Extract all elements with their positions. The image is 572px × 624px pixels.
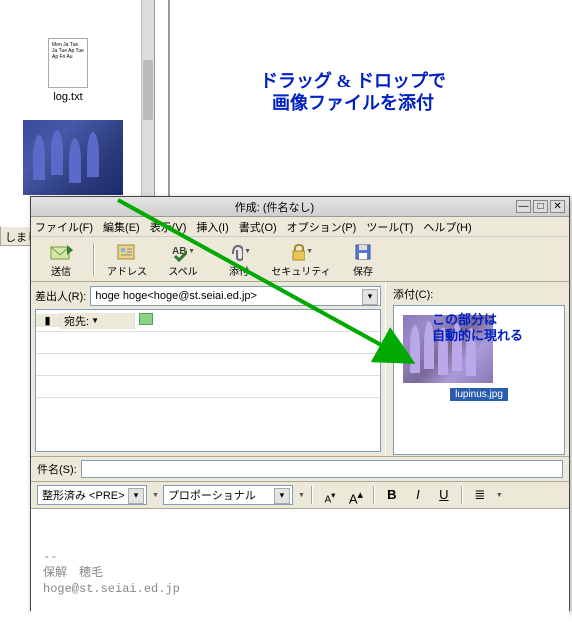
send-icon [49,241,73,263]
maximize-button[interactable]: □ [533,200,548,213]
sender-label: 差出人(R): [35,288,86,304]
font-select[interactable]: プロポーショナル [163,485,293,505]
menu-tools[interactable]: ツール(T) [366,219,413,235]
italic-button[interactable]: I [407,485,429,505]
compose-header-pane: 差出人(R): hoge hoge<hoge@st.seiai.ed.jp> ▮… [31,282,385,456]
font-larger-button[interactable]: A▴ [345,485,367,505]
attachment-pane: 添付(C): lupinus.jpg [389,282,569,456]
file-log[interactable]: Mon Ja Tue Ja Tue Ap Tue Ap Fri Au log.t… [28,38,108,104]
subject-row: 件名(S): [31,457,569,482]
chevron-down-icon[interactable]: ▼ [298,492,305,499]
chevron-down-icon[interactable]: ▼ [152,492,159,499]
address-row-empty[interactable] [36,354,380,376]
save-icon [351,241,375,263]
menu-insert[interactable]: 挿入(I) [196,219,228,235]
scrollbar-vertical[interactable]: ▴ ▾ [141,0,154,225]
annotation-dragdrop: ドラッグ & ドロップで 画像ファイルを添付 [260,70,446,114]
close-button[interactable]: ✕ [550,200,565,213]
spell-icon: ABC▼ [171,241,195,263]
toolbar: 送信 アドレス ABC▼ スペル ▼ 添付 ▼ セキュリティ 保存 [31,237,569,282]
save-button[interactable]: 保存 [339,241,387,278]
list-button[interactable]: ≣ [469,485,491,505]
attach-icon: ▼ [227,241,251,263]
lock-icon: ▼ [289,241,313,263]
format-toolbar: 整形済み <PRE> ▼ プロポーショナル ▼ A▾ A▴ B I U ≣ ▼ [31,482,569,509]
paragraph-style-select[interactable]: 整形済み <PRE> [37,485,147,505]
toolbar-separator [93,243,95,275]
security-button[interactable]: ▼ セキュリティ [271,241,331,278]
message-body[interactable]: -- 保解 穂毛 hoge@st.seiai.ed.jp [31,509,569,624]
address-row[interactable]: ▮ 宛先: ▼ [36,310,380,332]
address-icon [115,241,139,263]
addressbook-icon [139,313,153,325]
subject-input[interactable] [81,460,563,478]
window-title: 作成: (件名なし) [235,199,314,215]
chevron-down-icon[interactable]: ▼ [496,492,503,499]
attach-label: 添付(C): [393,286,433,302]
bold-button[interactable]: B [381,485,403,505]
minimize-button[interactable]: — [516,200,531,213]
menu-help[interactable]: ヘルプ(H) [423,219,471,235]
sender-value: hoge hoge<hoge@st.seiai.ed.jp> [95,290,257,302]
address-row-empty[interactable] [36,332,380,354]
menu-format[interactable]: 書式(O) [239,219,277,235]
titlebar[interactable]: 作成: (件名なし) — □ ✕ [31,197,569,217]
menu-file[interactable]: ファイル(F) [35,219,93,235]
menubar: ファイル(F) 編集(E) 表示(V) 挿入(I) 書式(O) オプション(P)… [31,217,569,237]
file-label: log.txt [49,90,86,104]
menu-edit[interactable]: 編集(E) [103,219,140,235]
image-thumbnail-icon [23,120,123,195]
menu-options[interactable]: オプション(P) [287,219,357,235]
row-handle[interactable]: ▮ [36,314,60,327]
underline-button[interactable]: U [433,485,455,505]
to-dropdown[interactable]: 宛先: ▼ [60,313,135,329]
address-button[interactable]: アドレス [103,241,151,278]
sender-select[interactable]: hoge hoge<hoge@st.seiai.ed.jp> [90,286,381,306]
to-field[interactable] [135,313,380,328]
compose-window: 作成: (件名なし) — □ ✕ ファイル(F) 編集(E) 表示(V) 挿入(… [30,196,570,611]
subject-label: 件名(S): [37,461,77,477]
address-row-empty[interactable] [36,376,380,398]
send-button[interactable]: 送信 [37,241,85,278]
font-smaller-button[interactable]: A▾ [319,485,341,505]
address-table[interactable]: ▮ 宛先: ▼ [35,309,381,452]
menu-view[interactable]: 表示(V) [150,219,187,235]
spell-button[interactable]: ABC▼ スペル [159,241,207,278]
attachment-filename: lupinus.jpg [450,388,508,401]
text-file-icon: Mon Ja Tue Ja Tue Ap Tue Ap Fri Au [48,38,88,88]
attach-button[interactable]: ▼ 添付 [215,241,263,278]
annotation-auto: この部分は 自動的に現れる [432,312,523,344]
